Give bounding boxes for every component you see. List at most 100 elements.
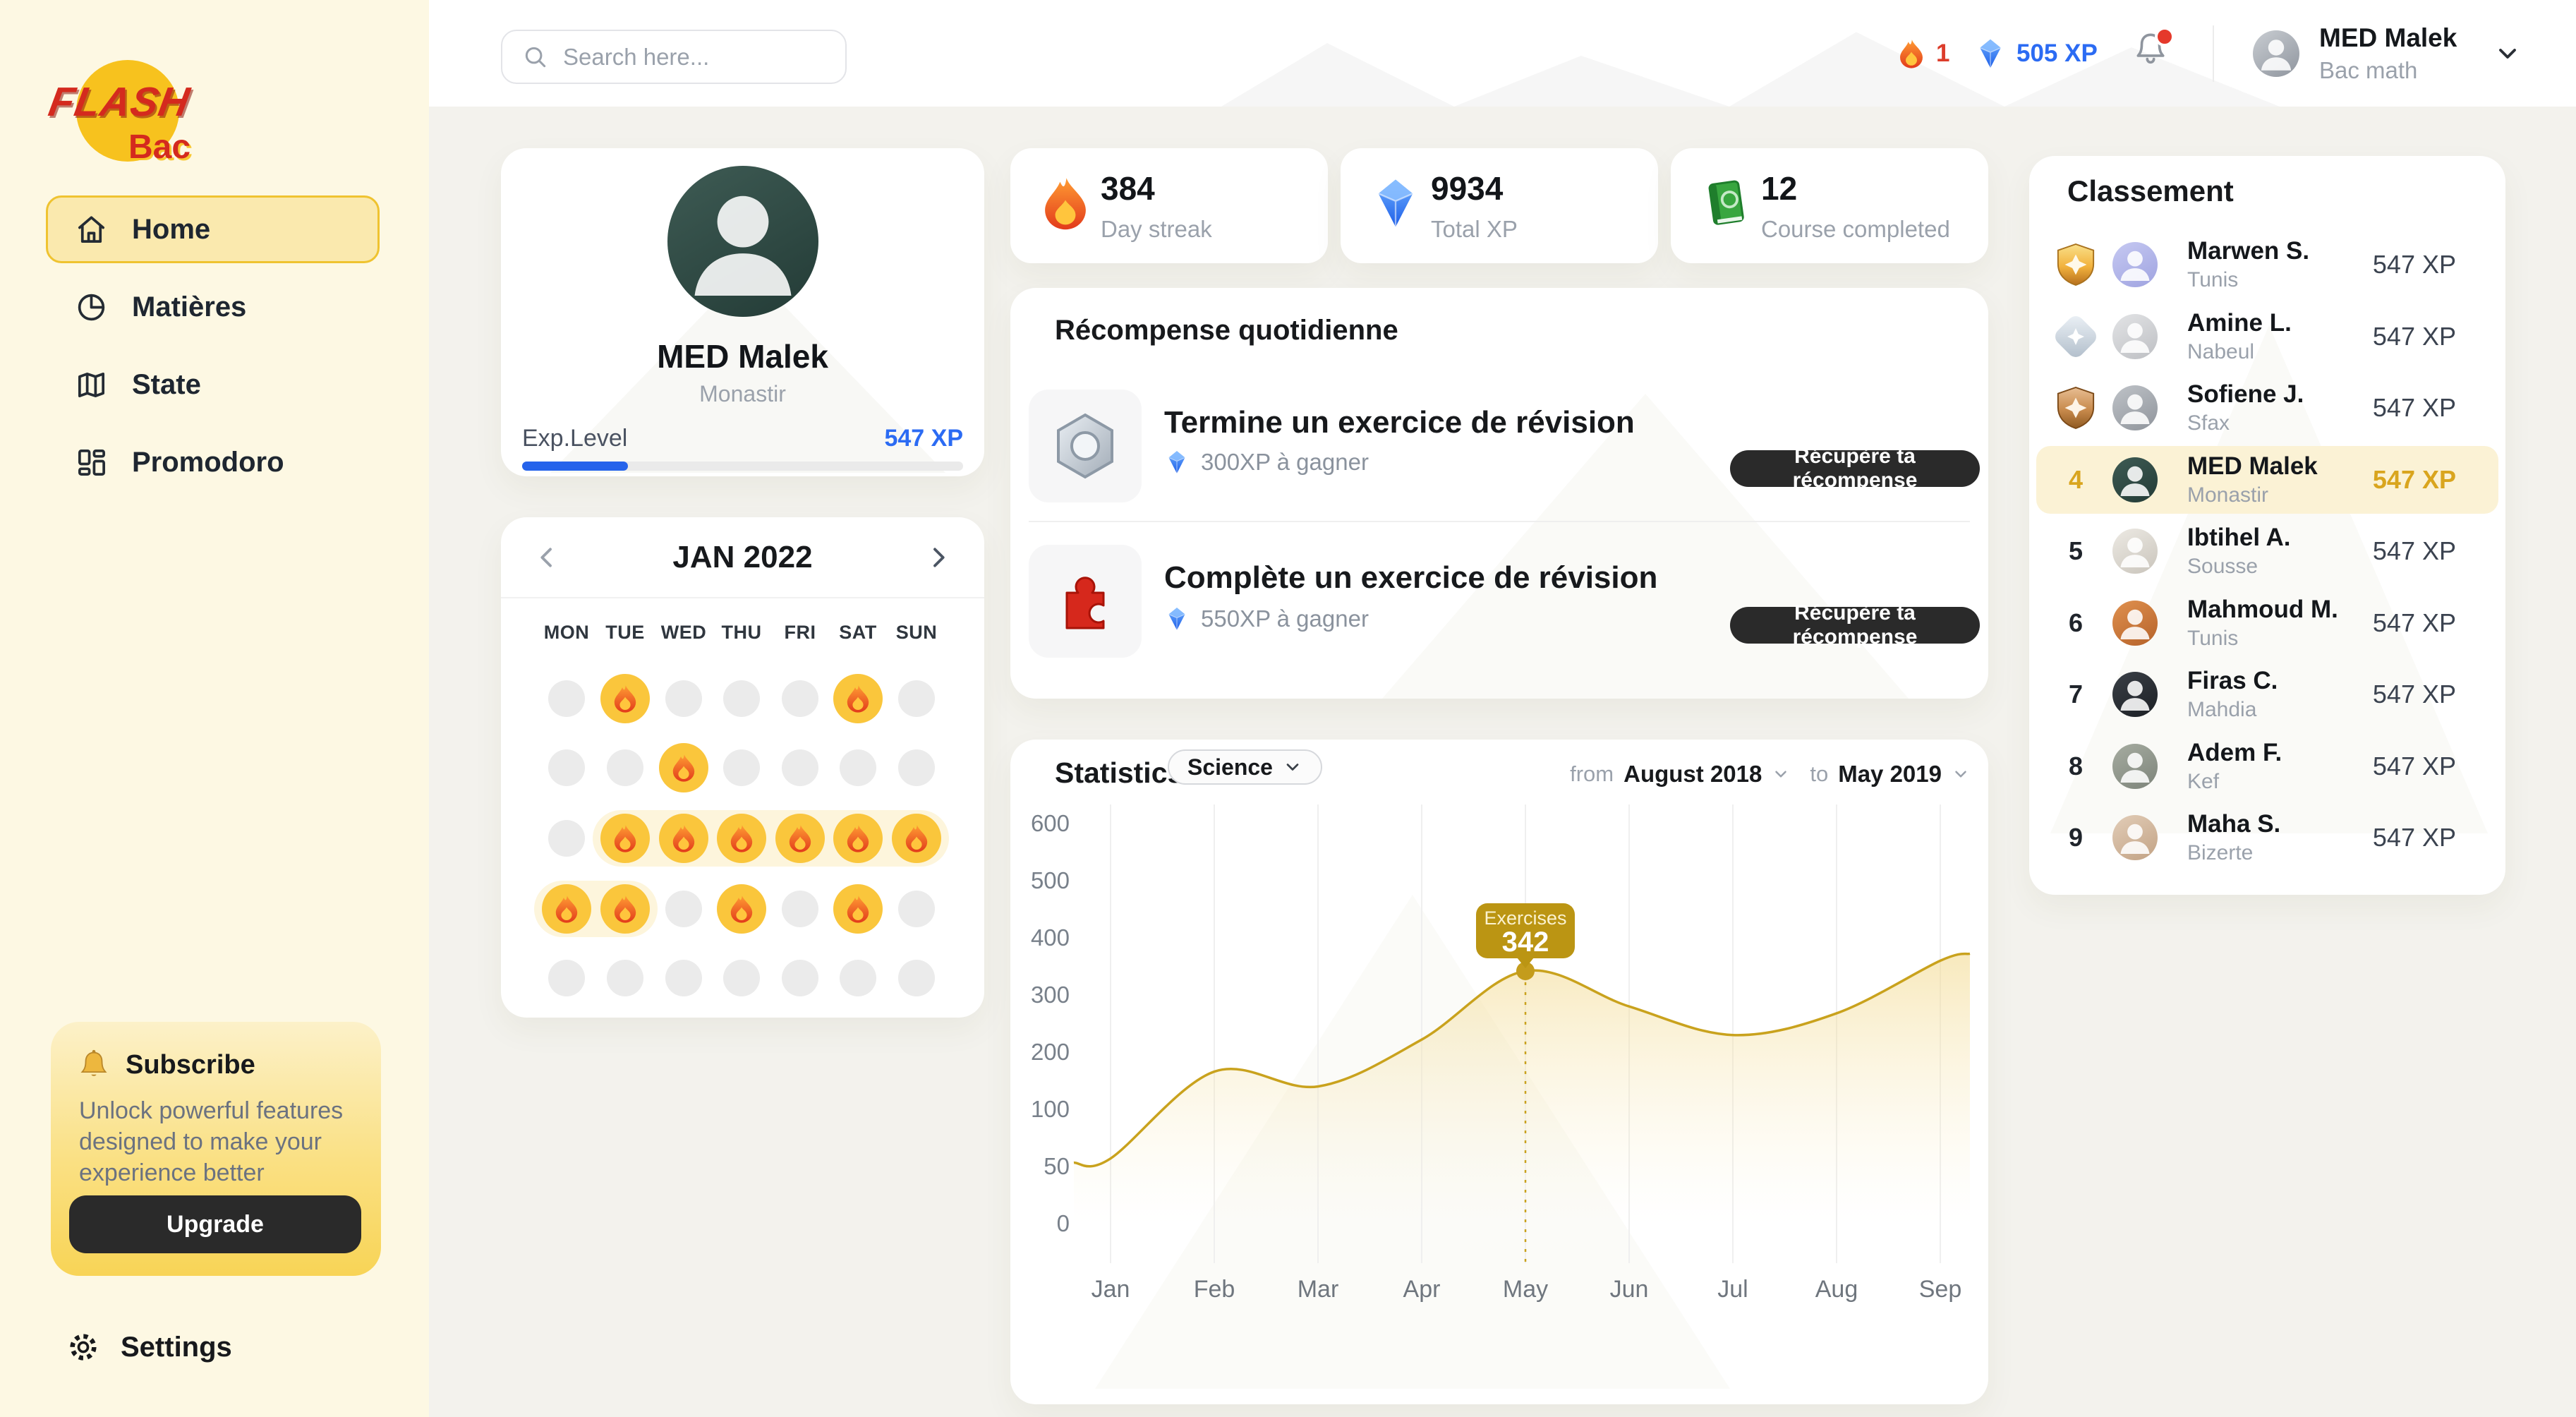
calendar-streak-day[interactable] bbox=[833, 884, 883, 934]
calendar-empty-day[interactable] bbox=[548, 820, 585, 857]
reward-xp-text: 550XP à gagner bbox=[1201, 605, 1369, 632]
streak-calendar-card: JAN 2022 MONTUEWEDTHUFRISATSUN bbox=[501, 517, 984, 1018]
calendar-empty-day[interactable] bbox=[723, 749, 760, 786]
person-icon bbox=[2112, 815, 2158, 860]
fire-icon bbox=[844, 685, 872, 713]
calendar-streak-day[interactable] bbox=[833, 814, 883, 863]
avatar bbox=[2112, 385, 2158, 430]
calendar-empty-day[interactable] bbox=[723, 960, 760, 996]
notifications-button[interactable] bbox=[2132, 28, 2172, 75]
user-menu[interactable]: MED Malek Bac math bbox=[2253, 0, 2522, 107]
player-name: Sofiene J. bbox=[2187, 380, 2373, 409]
avatar bbox=[2112, 242, 2158, 287]
calendar-streak-day[interactable] bbox=[542, 884, 591, 934]
svg-text:Jan: Jan bbox=[1092, 1276, 1130, 1303]
calendar-empty-day[interactable] bbox=[607, 960, 643, 996]
calendar-streak-day[interactable] bbox=[775, 814, 825, 863]
leaderboard-row[interactable]: 7 Firas C.Mahdia 547 XP bbox=[2043, 661, 2491, 728]
calendar-empty-day[interactable] bbox=[782, 680, 818, 717]
player-name: Marwen S. bbox=[2187, 237, 2373, 265]
player-name: Ibtihel A. bbox=[2187, 524, 2373, 552]
calendar-empty-day[interactable] bbox=[782, 960, 818, 996]
calendar-streak-day[interactable] bbox=[659, 814, 708, 863]
calendar-streak-day[interactable] bbox=[600, 674, 650, 723]
streak-indicator[interactable]: 1 bbox=[1897, 0, 1949, 107]
calendar-empty-day[interactable] bbox=[898, 960, 935, 996]
sidebar-item-home[interactable]: Home bbox=[46, 195, 380, 263]
sidebar-item-label: Home bbox=[132, 214, 210, 246]
sidebar: FLASH Bac Home Matières State Promodoro … bbox=[0, 0, 429, 1417]
calendar-empty-day[interactable] bbox=[898, 749, 935, 786]
leaderboard-row[interactable]: 5 Ibtihel A.Sousse 547 XP bbox=[2043, 517, 2491, 585]
silver-medal-icon bbox=[2052, 313, 2100, 361]
calendar-empty-day[interactable] bbox=[548, 960, 585, 996]
person-icon bbox=[2112, 601, 2158, 646]
profile-name: MED Malek bbox=[501, 337, 984, 375]
stat-card-total-xp: 9934 Total XP bbox=[1341, 148, 1658, 263]
statistics-card: Statistics Science from August 2018 to M… bbox=[1010, 740, 1988, 1404]
stat-value: 384 bbox=[1101, 169, 1155, 207]
calendar-streak-day[interactable] bbox=[600, 884, 650, 934]
calendar-empty-day[interactable] bbox=[548, 749, 585, 786]
leaderboard-row[interactable]: 9 Maha S.Bizerte 547 XP bbox=[2043, 804, 2491, 872]
app-logo[interactable]: FLASH Bac bbox=[49, 60, 261, 194]
subscribe-body: Unlock powerful features designed to mak… bbox=[79, 1095, 361, 1189]
stat-card-courses: 12 Course completed bbox=[1671, 148, 1988, 263]
claim-reward-button[interactable]: Récupère ta récompense bbox=[1730, 607, 1980, 644]
search-bar[interactable] bbox=[501, 30, 847, 84]
upgrade-button[interactable]: Upgrade bbox=[69, 1195, 361, 1253]
calendar-empty-day[interactable] bbox=[782, 891, 818, 927]
xp-indicator[interactable]: 505 XP bbox=[1974, 0, 2098, 107]
calendar-streak-day[interactable] bbox=[717, 814, 766, 863]
claim-reward-button[interactable]: Récupère ta récompense bbox=[1730, 450, 1980, 487]
player-xp: 547 XP bbox=[2373, 680, 2456, 709]
calendar-empty-day[interactable] bbox=[840, 960, 876, 996]
calendar-empty-day[interactable] bbox=[723, 680, 760, 717]
leaderboard-row[interactable]: Marwen S.Tunis 547 XP bbox=[2043, 231, 2491, 299]
player-city: Kef bbox=[2187, 770, 2373, 794]
search-input[interactable] bbox=[563, 44, 826, 71]
calendar-empty-day[interactable] bbox=[898, 891, 935, 927]
logo-text-flash: FLASH bbox=[45, 78, 193, 126]
calendar-streak-day[interactable] bbox=[833, 674, 883, 723]
calendar-empty-day[interactable] bbox=[782, 749, 818, 786]
calendar-streak-day[interactable] bbox=[659, 743, 708, 792]
calendar-empty-day[interactable] bbox=[548, 680, 585, 717]
leaderboard-row[interactable]: Sofiene J.Sfax 547 XP bbox=[2043, 374, 2491, 442]
person-icon bbox=[667, 166, 818, 317]
leaderboard-row[interactable]: 8 Adem F.Kef 547 XP bbox=[2043, 732, 2491, 800]
fire-icon bbox=[844, 824, 872, 852]
calendar-empty-day[interactable] bbox=[840, 749, 876, 786]
leaderboard-row-current-user[interactable]: 4 MED MalekMonastir 547 XP bbox=[2043, 446, 2491, 514]
sidebar-item-promodoro[interactable]: Promodoro bbox=[46, 428, 380, 496]
exp-progress-bar bbox=[522, 462, 963, 471]
svg-text:300: 300 bbox=[1031, 982, 1070, 1008]
calendar-empty-day[interactable] bbox=[665, 891, 702, 927]
fire-icon bbox=[902, 824, 931, 852]
person-icon bbox=[2112, 672, 2158, 717]
calendar-empty-day[interactable] bbox=[607, 749, 643, 786]
sidebar-item-matieres[interactable]: Matières bbox=[46, 273, 380, 341]
sidebar-item-settings[interactable]: Settings bbox=[67, 1331, 232, 1363]
player-xp: 547 XP bbox=[2373, 393, 2456, 423]
player-city: Tunis bbox=[2187, 627, 2373, 651]
sidebar-item-state[interactable]: State bbox=[46, 351, 380, 418]
leaderboard-row[interactable]: Amine L.Nabeul 547 XP bbox=[2043, 303, 2491, 370]
leaderboard-row[interactable]: 6 Mahmoud M.Tunis 547 XP bbox=[2043, 589, 2491, 657]
chevron-down-icon[interactable] bbox=[2493, 40, 2522, 68]
calendar-empty-day[interactable] bbox=[665, 960, 702, 996]
calendar-empty-day[interactable] bbox=[898, 680, 935, 717]
logo-text-bac: Bac bbox=[128, 128, 191, 167]
leaderboard-title: Classement bbox=[2067, 174, 2234, 208]
reward-icon-tile bbox=[1029, 390, 1142, 502]
calendar-streak-day[interactable] bbox=[600, 814, 650, 863]
avatar bbox=[2112, 457, 2158, 502]
fire-icon bbox=[670, 754, 698, 782]
settings-label: Settings bbox=[121, 1332, 232, 1363]
player-city: Tunis bbox=[2187, 268, 2373, 292]
nut-icon bbox=[1050, 411, 1120, 481]
calendar-streak-day[interactable] bbox=[892, 814, 941, 863]
calendar-streak-day[interactable] bbox=[717, 884, 766, 934]
calendar-empty-day[interactable] bbox=[665, 680, 702, 717]
grid-icon bbox=[75, 446, 108, 479]
